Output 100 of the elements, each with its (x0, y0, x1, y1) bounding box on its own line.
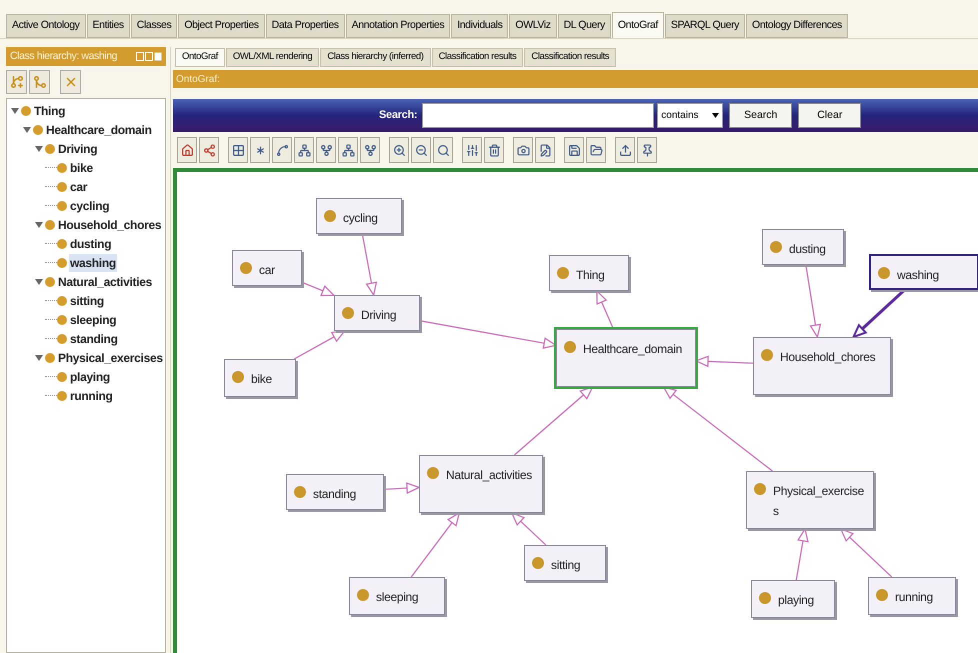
node-label: Physical_exercises (773, 483, 865, 520)
tree-item[interactable]: sleeping (69, 310, 118, 328)
class-node[interactable]: Household_chores (753, 337, 891, 395)
toolbar-button[interactable] (637, 137, 657, 163)
tree-item[interactable]: running (69, 386, 114, 404)
tree-item[interactable]: Healthcare_domain (45, 120, 153, 138)
search-bar-button[interactable]: Clear (798, 103, 862, 128)
toolbar-button[interactable] (564, 137, 584, 163)
curve-icon (276, 144, 288, 156)
tree-item[interactable]: Physical_exercises (57, 348, 164, 366)
view-tab[interactable]: Classification results (432, 48, 524, 67)
toolbar-button[interactable] (462, 137, 482, 163)
toolbar-button[interactable] (199, 137, 219, 163)
expand-toggle[interactable] (33, 278, 45, 286)
toolbar-button[interactable] (272, 137, 292, 163)
toolbar-button[interactable] (250, 137, 270, 163)
toolbar-button[interactable] (338, 137, 358, 163)
toolbar-button[interactable] (586, 137, 606, 163)
view-tab[interactable]: OWL/XML rendering (226, 48, 320, 67)
toolbar-button[interactable] (484, 137, 504, 163)
node-label: washing (897, 267, 939, 284)
tree-item[interactable]: Natural_activities (57, 272, 153, 290)
toolbar-button[interactable] (294, 137, 314, 163)
main-tab[interactable]: Data Properties (266, 14, 345, 38)
tree-item[interactable]: washing (69, 254, 117, 272)
node-label: Healthcare_domain (583, 341, 682, 358)
node-label: Thing (576, 267, 605, 284)
subclass-arrow (362, 234, 378, 297)
expand-toggle[interactable] (33, 220, 45, 228)
class-node[interactable]: car (232, 250, 302, 286)
toolbar-button[interactable] (177, 137, 197, 163)
search-bar-button[interactable]: Search (729, 103, 792, 128)
search-field[interactable] (422, 103, 654, 128)
tree-item[interactable]: dusting (69, 234, 112, 252)
network-icon (202, 144, 216, 156)
triangle-icon (35, 278, 43, 286)
main-tab[interactable]: Active Ontology (6, 14, 86, 38)
class-node[interactable]: sitting (524, 545, 606, 581)
toolbar-button[interactable] (411, 137, 431, 163)
expand-toggle[interactable] (9, 106, 21, 114)
main-tab[interactable]: OWLViz (509, 14, 557, 38)
tree-item[interactable]: standing (69, 330, 119, 348)
trash-icon (488, 144, 500, 156)
class-node[interactable]: Healthcare_domain (556, 329, 696, 387)
class-node[interactable]: standing (286, 474, 384, 510)
tree-item[interactable]: Driving (57, 140, 98, 158)
class-node[interactable]: sleeping (349, 577, 445, 615)
view-tab[interactable]: Classification results (524, 48, 616, 67)
tree-item[interactable]: Household_chores (57, 216, 162, 234)
class-node[interactable]: Physical_exercises (746, 471, 874, 529)
tree-item[interactable]: bike (69, 158, 94, 176)
save-icon (568, 144, 580, 156)
tree-item[interactable]: sitting (69, 292, 105, 310)
toolbar-button[interactable] (513, 137, 533, 163)
main-tab[interactable]: Object Properties (178, 14, 265, 38)
add-sibling-icon (32, 75, 46, 89)
toolbar-button[interactable] (389, 137, 409, 163)
expand-toggle[interactable] (33, 144, 45, 152)
toolbar-button[interactable] (228, 137, 248, 163)
main-tab[interactable]: OntoGraf (612, 12, 664, 38)
tree-icon (298, 144, 310, 156)
tree-item[interactable]: car (69, 178, 88, 196)
main-tab[interactable]: SPARQL Query (664, 14, 746, 38)
class-node[interactable]: bike (224, 359, 296, 397)
class-node[interactable]: cycling (316, 198, 402, 234)
class-node[interactable]: dusting (762, 229, 844, 265)
class-node[interactable]: Natural_activities (419, 455, 543, 513)
toolbar-button[interactable] (316, 137, 336, 163)
expand-toggle[interactable] (33, 354, 45, 362)
tree-item[interactable]: cycling (69, 196, 110, 214)
view-tab[interactable]: Class hierarchy (inferred) (320, 48, 431, 67)
tree-item[interactable]: playing (69, 368, 111, 386)
toolbar-button[interactable] (535, 137, 555, 163)
main-tab[interactable]: DL Query (558, 14, 611, 38)
fork-icon (364, 144, 376, 156)
class-node[interactable]: playing (751, 580, 835, 618)
folder-icon (590, 144, 602, 156)
match-mode-dropdown[interactable]: contains (657, 103, 724, 128)
main-tab[interactable]: Classes (130, 14, 178, 38)
grid-icon (232, 144, 244, 156)
main-tab[interactable]: Ontology Differences (746, 14, 848, 38)
class-node[interactable]: Driving (334, 295, 420, 331)
upload-icon (618, 144, 632, 156)
tree-item[interactable]: Thing (33, 102, 66, 120)
toolbar-button[interactable] (360, 137, 380, 163)
node-label: playing (778, 592, 814, 609)
toolbar-button[interactable] (433, 137, 453, 163)
triangle-icon (35, 354, 43, 362)
class-node[interactable]: Thing (549, 255, 629, 291)
expand-toggle[interactable] (21, 126, 33, 134)
main-tab[interactable]: Annotation Properties (346, 14, 450, 38)
view-tab[interactable]: OntoGraf (175, 48, 225, 67)
main-tab[interactable]: Entities (86, 14, 130, 38)
toolbar-button[interactable] (615, 137, 635, 163)
node-label: sitting (551, 557, 580, 574)
node-label: bike (251, 371, 272, 388)
class-node[interactable]: washing (869, 254, 978, 290)
node-label: standing (313, 486, 356, 503)
class-node[interactable]: running (868, 577, 956, 615)
main-tab[interactable]: Individuals (451, 14, 508, 38)
